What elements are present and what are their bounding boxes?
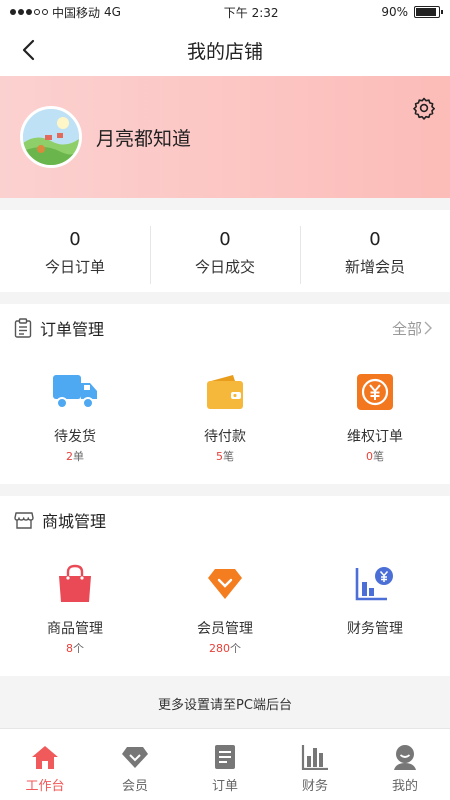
- order-disputes[interactable]: 维权订单 0笔: [300, 352, 450, 484]
- pc-settings-note: 更多设置请至PC端后台: [158, 698, 292, 713]
- tab-bar: 工作台 会员 订单 财务 我的: [0, 728, 450, 800]
- mall-finance-management[interactable]: 财务管理: [300, 544, 450, 676]
- truck-icon: [51, 368, 99, 416]
- count-unit: 个: [230, 642, 241, 655]
- page-title: 我的店铺: [186, 40, 263, 63]
- finance-chart-icon: [351, 560, 399, 608]
- count-number: 280: [209, 642, 230, 655]
- order-pending-payment[interactable]: 待付款 5笔: [150, 352, 300, 484]
- count-unit: 笔: [223, 450, 234, 463]
- settings-button[interactable]: [412, 96, 436, 120]
- mall-product-management[interactable]: 商品管理 8个: [0, 544, 150, 676]
- grid-count: 2单: [66, 448, 84, 464]
- count-unit: 笔: [373, 450, 384, 463]
- card-title: 商城管理: [42, 512, 107, 531]
- stat-new-members[interactable]: 0 新增会员: [300, 225, 450, 284]
- back-button[interactable]: [14, 36, 42, 64]
- grid-label: 待付款: [204, 429, 246, 445]
- nav-bar: 我的店铺: [0, 24, 450, 76]
- view-all-orders-link[interactable]: 全部: [392, 318, 432, 339]
- grid-label: 财务管理: [347, 621, 403, 637]
- grid-label: 商品管理: [47, 621, 103, 637]
- profile-banner: 月亮都知道: [0, 76, 450, 198]
- stat-value: 0: [69, 228, 81, 250]
- grid-count: 280个: [209, 640, 241, 656]
- chevron-right-icon: [424, 321, 432, 335]
- battery-fill: [415, 8, 436, 16]
- status-left: 中国移动 4G: [10, 4, 121, 21]
- tab-profile[interactable]: 我的: [360, 729, 450, 800]
- order-management-card: 订单管理 全部 待发货 2单 待付款 5笔 维权订单 0笔: [0, 304, 450, 484]
- view-all-label: 全部: [391, 319, 422, 338]
- status-right: 90%: [381, 5, 443, 19]
- status-bar: 中国移动 4G 下午 2:32 90%: [0, 0, 450, 24]
- tab-label: 财务: [301, 779, 328, 794]
- order-pending-shipment[interactable]: 待发货 2单: [0, 352, 150, 484]
- stat-label: 新增会员: [344, 257, 405, 276]
- user-icon: [391, 743, 419, 771]
- battery-percent: 90%: [381, 5, 408, 19]
- status-time: 下午 2:32: [223, 5, 279, 20]
- tab-label: 订单: [211, 779, 238, 794]
- grid-label: 维权订单: [347, 429, 403, 445]
- stat-value: 0: [369, 228, 381, 250]
- count-number: 8: [66, 642, 73, 655]
- today-stats: 0 今日订单 0 今日成交 0 新增会员: [0, 210, 450, 292]
- avatar[interactable]: [20, 106, 82, 168]
- grid-count: 8个: [66, 640, 84, 656]
- order-grid: 待发货 2单 待付款 5笔 维权订单 0笔: [0, 352, 450, 484]
- grid-label: 待发货: [54, 429, 96, 445]
- stat-value: 0: [219, 228, 231, 250]
- mall-member-management[interactable]: 会员管理 280个: [150, 544, 300, 676]
- home-icon: [31, 743, 59, 771]
- tab-label: 工作台: [25, 779, 65, 794]
- chevron-left-icon: [22, 39, 35, 61]
- tab-members[interactable]: 会员: [90, 729, 180, 800]
- tab-workbench[interactable]: 工作台: [0, 729, 90, 800]
- signal-icon: [10, 9, 48, 15]
- gear-icon: [413, 97, 435, 120]
- shopping-bag-icon: [51, 560, 99, 608]
- grid-count: 5笔: [216, 448, 234, 464]
- refund-yen-icon: [351, 368, 399, 416]
- clipboard-icon: [14, 318, 32, 338]
- stat-today-deals[interactable]: 0 今日成交: [150, 225, 300, 284]
- stat-today-orders[interactable]: 0 今日订单: [0, 226, 150, 277]
- wallet-icon: [201, 368, 249, 416]
- count-number: 0: [366, 450, 373, 463]
- network-label: 4G: [104, 5, 121, 19]
- grid-label: 会员管理: [197, 621, 253, 637]
- stat-label: 今日成交: [194, 257, 255, 276]
- order-management-header: 订单管理 全部: [0, 304, 450, 352]
- stat-label: 今日订单: [44, 257, 105, 276]
- bar-chart-icon: [301, 743, 329, 771]
- card-title: 订单管理: [40, 320, 105, 339]
- grid-count: 0笔: [366, 448, 384, 464]
- member-diamond-icon: [201, 560, 249, 608]
- mall-management-header: 商城管理: [0, 496, 450, 544]
- count-unit: 个: [73, 642, 84, 655]
- avatar-image: [23, 109, 79, 165]
- count-number: 5: [216, 450, 223, 463]
- count-unit: 单: [73, 450, 84, 463]
- count-number: 2: [66, 450, 73, 463]
- battery-icon: [413, 6, 443, 18]
- document-icon: [211, 743, 239, 771]
- storefront-icon: [14, 512, 34, 529]
- mall-grid: 商品管理 8个 会员管理 280个 财务管理: [0, 544, 450, 676]
- tab-finance[interactable]: 财务: [270, 729, 360, 800]
- tab-label: 会员: [121, 779, 148, 794]
- tab-label: 我的: [391, 779, 418, 794]
- tab-orders[interactable]: 订单: [180, 729, 270, 800]
- shop-name: 月亮都知道: [96, 127, 192, 150]
- diamond-icon: [121, 743, 149, 771]
- carrier-label: 中国移动: [52, 5, 101, 20]
- mall-management-card: 商城管理 商品管理 8个 会员管理 280个 财务管理: [0, 496, 450, 676]
